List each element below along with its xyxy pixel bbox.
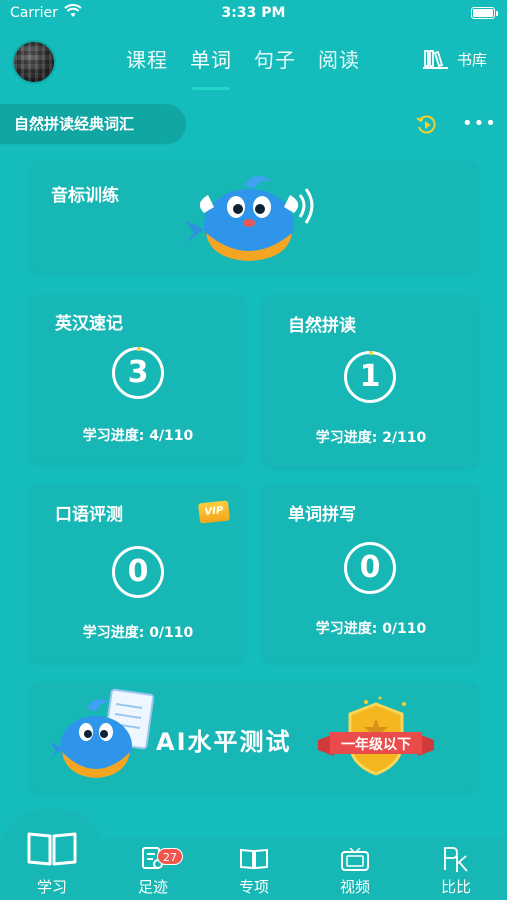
fish-mascot-paper-illustration: [50, 688, 155, 778]
nav-study-label: 学习: [36, 878, 67, 896]
phonics-count: 1: [344, 351, 396, 403]
replay-icon[interactable]: [416, 114, 438, 136]
tab-sentences[interactable]: 句子: [254, 44, 296, 78]
quick-memory-card[interactable]: 英汉速记 3 学习进度: 4/110: [29, 295, 246, 463]
phonetic-training-title: 音标训练: [51, 186, 119, 206]
book-selector[interactable]: 自然拼读经典词汇: [0, 104, 186, 144]
word-spelling-progress: 学习进度: 0/110: [315, 621, 427, 637]
tab-words[interactable]: 单词: [190, 44, 232, 90]
oral-assessment-count: 0: [112, 546, 164, 598]
quick-memory-count: 3: [112, 347, 164, 399]
status-bar: Carrier 3:33 PM: [0, 0, 507, 28]
word-spelling-card[interactable]: 单词拼写 0 学习进度: 0/110: [262, 484, 479, 662]
battery-tip: [496, 11, 498, 16]
word-spelling-count: 0: [344, 542, 396, 594]
more-icon[interactable]: •••: [462, 114, 497, 134]
ai-level-test-title: AI水平测试: [156, 728, 292, 756]
nav-video-label: 视频: [339, 878, 370, 896]
footprint-badge: 27: [157, 848, 183, 865]
clock: 3:33 PM: [221, 5, 286, 21]
phonetic-training-card[interactable]: 音标训练: [29, 161, 478, 273]
oral-assessment-title: 口语评测: [55, 505, 123, 525]
nav-pk-label: 比比: [440, 878, 471, 896]
quick-memory-progress: 学习进度: 4/110: [82, 428, 194, 444]
phonics-title: 自然拼读: [288, 316, 356, 336]
oral-assessment-progress: 学习进度: 0/110: [82, 625, 194, 641]
progress-tick: [137, 347, 141, 351]
tab-course[interactable]: 课程: [126, 44, 168, 78]
nav-footprint-label: 足迹: [137, 878, 168, 896]
library-button[interactable]: 书库: [422, 48, 487, 70]
tv-icon: [341, 848, 369, 871]
top-tabs: 课程 单词 句子 阅读: [126, 44, 382, 90]
book-icon: [240, 848, 268, 870]
pk-icon: [444, 847, 468, 872]
bookshelf-icon: [422, 50, 448, 69]
library-label: 书库: [456, 50, 487, 69]
nav-special-label: 专项: [238, 878, 269, 896]
vip-badge: VIP: [198, 500, 230, 524]
tab-reading[interactable]: 阅读: [318, 44, 360, 78]
book-open-icon: [27, 832, 77, 866]
bottom-nav: 学习 27 足迹 专项 视频 比比: [0, 832, 507, 900]
avatar[interactable]: [12, 40, 56, 84]
word-spelling-title: 单词拼写: [288, 505, 356, 525]
battery-icon: [471, 7, 495, 19]
quick-memory-title: 英汉速记: [55, 314, 123, 334]
level-banner-text: 一年级以下: [341, 737, 411, 753]
fish-mascot-headphones-illustration: [186, 175, 314, 261]
phonics-card[interactable]: 自然拼读 1 学习进度: 2/110: [262, 295, 479, 467]
progress-tick: [369, 351, 373, 355]
phonics-progress: 学习进度: 2/110: [315, 430, 427, 446]
